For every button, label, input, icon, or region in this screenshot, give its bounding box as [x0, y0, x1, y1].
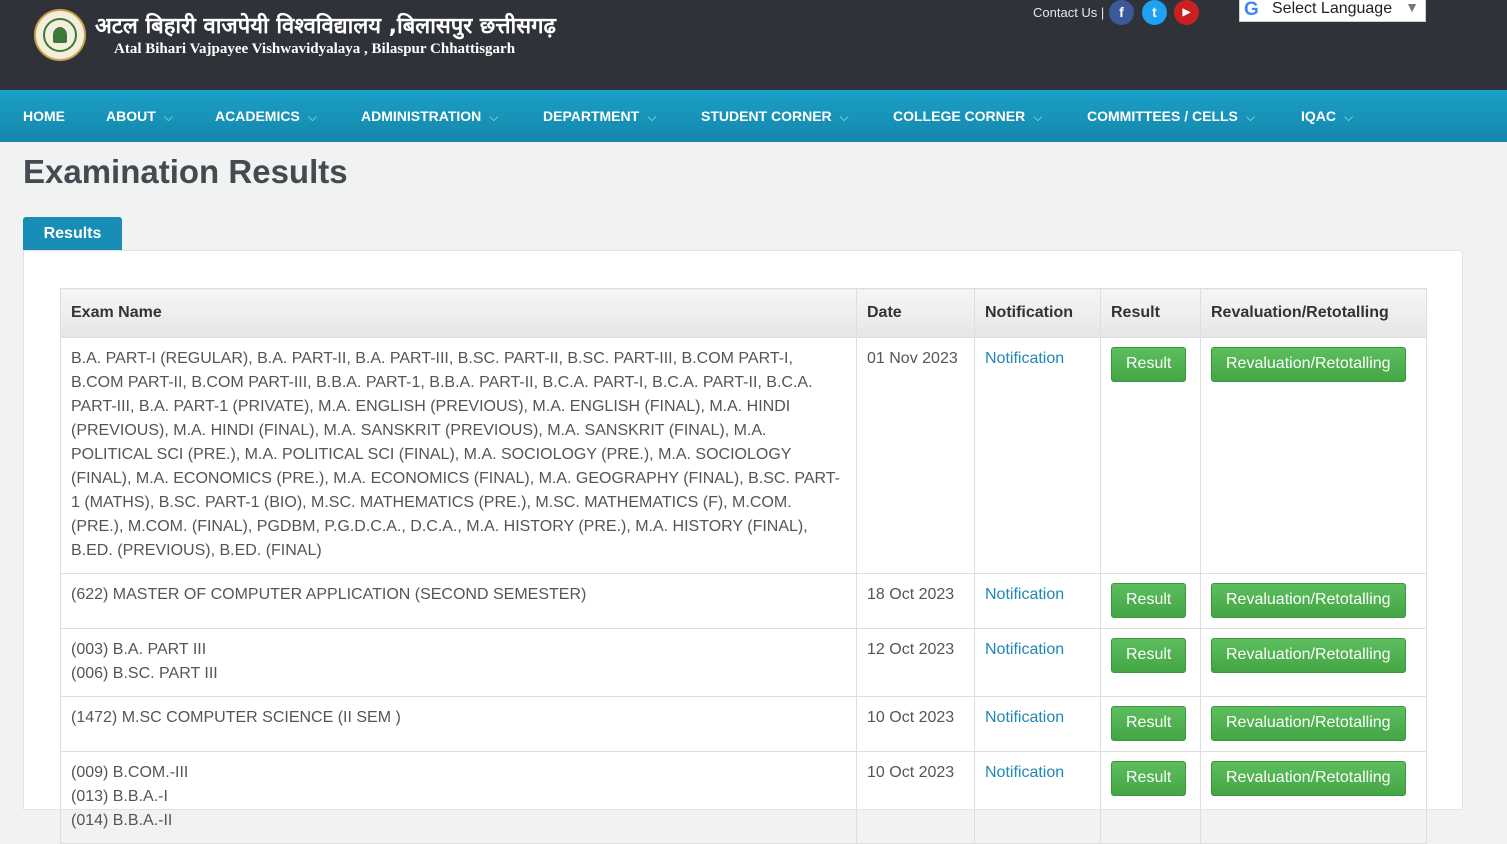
notification-link[interactable]: Notification — [985, 586, 1064, 603]
table-row: B.A. PART-I (REGULAR), B.A. PART-II, B.A… — [60, 337, 1427, 574]
contact-us-link[interactable]: Contact Us | — [1033, 5, 1104, 20]
result-cell: Result — [1100, 573, 1201, 629]
site-header: अटल बिहारी वाजपेयी विश्वविद्यालय ,बिलासप… — [0, 0, 1507, 90]
results-table: Exam Name Date Notification Result Reval… — [60, 288, 1427, 844]
nav-label: COLLEGE CORNER — [893, 108, 1026, 124]
nav-item-administration[interactable]: ADMINISTRATION ⌵ — [361, 90, 498, 142]
exam-name-line: (013) B.B.A.-I — [71, 788, 168, 805]
exam-name-line: (003) B.A. PART III — [71, 641, 207, 658]
university-logo[interactable] — [34, 9, 86, 61]
date-cell: 10 Oct 2023 — [856, 751, 975, 844]
chevron-down-icon: ⌵ — [1344, 110, 1354, 124]
nav-item-about[interactable]: ABOUT ⌵ — [106, 90, 173, 142]
revaluation-button[interactable]: Revaluation/Retotalling — [1211, 583, 1406, 618]
result-cell: Result — [1100, 751, 1201, 844]
nav-item-home[interactable]: HOME — [23, 90, 65, 142]
column-header-exam-name: Exam Name — [60, 288, 857, 338]
site-title-hindi: अटल बिहारी वाजपेयी विश्वविद्यालय ,बिलासप… — [95, 14, 556, 39]
result-cell: Result — [1100, 696, 1201, 752]
chevron-down-icon: ⌵ — [163, 110, 173, 124]
exam-name-cell: B.A. PART-I (REGULAR), B.A. PART-II, B.A… — [60, 337, 857, 574]
result-button[interactable]: Result — [1111, 638, 1187, 673]
notification-link[interactable]: Notification — [985, 709, 1064, 726]
main-nav: HOME ABOUT ⌵ ACADEMICS ⌵ ADMINISTRATION ⌵ D… — [0, 90, 1507, 142]
result-button[interactable]: Result — [1111, 706, 1187, 741]
nav-label: ADMINISTRATION — [361, 108, 482, 124]
revaluation-button[interactable]: Revaluation/Retotalling — [1211, 761, 1406, 796]
exam-name-cell: (1472) M.SC COMPUTER SCIENCE (II SEM ) — [60, 696, 857, 752]
chevron-down-icon: ⌵ — [489, 110, 499, 124]
revaluation-cell: Revaluation/Retotalling — [1200, 573, 1427, 629]
result-button[interactable]: Result — [1111, 347, 1187, 382]
revaluation-cell: Revaluation/Retotalling — [1200, 696, 1427, 752]
revaluation-button[interactable]: Revaluation/Retotalling — [1211, 706, 1406, 741]
table-header-row: Exam Name Date Notification Result Reval… — [60, 288, 1427, 338]
date-cell: 01 Nov 2023 — [856, 337, 975, 574]
column-header-revaluation: Revaluation/Retotalling — [1200, 288, 1427, 338]
nav-item-iqac[interactable]: IQAC ⌵ — [1301, 90, 1353, 142]
nav-label: COMMITTEES / CELLS — [1087, 108, 1238, 124]
notification-link[interactable]: Notification — [985, 350, 1064, 367]
page-title: Examination Results — [23, 153, 348, 190]
notification-cell: Notification — [974, 751, 1101, 844]
table-row: (003) B.A. PART III (006) B.SC. PART III… — [60, 628, 1427, 697]
revaluation-cell: Revaluation/Retotalling — [1200, 751, 1427, 844]
dropdown-arrow-icon: ▼ — [1405, 0, 1419, 15]
chevron-down-icon: ⌵ — [1245, 110, 1255, 124]
chevron-down-icon: ⌵ — [647, 110, 657, 124]
nav-item-committees-cells[interactable]: COMMITTEES / CELLS ⌵ — [1087, 90, 1255, 142]
result-cell: Result — [1100, 337, 1201, 574]
chevron-down-icon: ⌵ — [307, 110, 317, 124]
result-button[interactable]: Result — [1111, 761, 1187, 796]
twitter-icon[interactable]: t — [1142, 0, 1167, 25]
revaluation-button[interactable]: Revaluation/Retotalling — [1211, 638, 1406, 673]
column-header-notification: Notification — [974, 288, 1101, 338]
exam-name-cell: (003) B.A. PART III (006) B.SC. PART III — [60, 628, 857, 697]
notification-cell: Notification — [974, 628, 1101, 697]
notification-link[interactable]: Notification — [985, 764, 1064, 781]
date-cell: 12 Oct 2023 — [856, 628, 975, 697]
nav-item-college-corner[interactable]: COLLEGE CORNER ⌵ — [893, 90, 1042, 142]
site-title-english: Atal Bihari Vajpayee Vishwavidyalaya , B… — [114, 41, 516, 57]
language-select-label: Select Language — [1272, 0, 1393, 17]
table-row: (622) MASTER OF COMPUTER APPLICATION (SE… — [60, 573, 1427, 629]
nav-item-student-corner[interactable]: STUDENT CORNER ⌵ — [701, 90, 849, 142]
nav-item-department[interactable]: DEPARTMENT ⌵ — [543, 90, 656, 142]
revaluation-cell: Revaluation/Retotalling — [1200, 628, 1427, 697]
table-row: (1472) M.SC COMPUTER SCIENCE (II SEM ) 1… — [60, 696, 1427, 752]
notification-cell: Notification — [974, 573, 1101, 629]
column-header-result: Result — [1100, 288, 1201, 338]
table-row: (009) B.COM.-III (013) B.B.A.-I (014) B.… — [60, 751, 1427, 844]
facebook-icon[interactable]: f — [1109, 0, 1134, 25]
nav-label: ACADEMICS — [215, 108, 300, 124]
nav-label: STUDENT CORNER — [701, 108, 832, 124]
notification-cell: Notification — [974, 337, 1101, 574]
result-button[interactable]: Result — [1111, 583, 1187, 618]
date-cell: 10 Oct 2023 — [856, 696, 975, 752]
exam-name-cell: (622) MASTER OF COMPUTER APPLICATION (SE… — [60, 573, 857, 629]
date-cell: 18 Oct 2023 — [856, 573, 975, 629]
exam-name-line: (009) B.COM.-III — [71, 764, 189, 781]
exam-name-line: (006) B.SC. PART III — [71, 665, 218, 682]
google-icon: G — [1244, 0, 1259, 20]
nav-item-academics[interactable]: ACADEMICS ⌵ — [215, 90, 317, 142]
column-header-date: Date — [856, 288, 975, 338]
nav-label: HOME — [23, 108, 65, 124]
revaluation-button[interactable]: Revaluation/Retotalling — [1211, 347, 1406, 382]
exam-name-line: (014) B.B.A.-II — [71, 812, 173, 829]
revaluation-cell: Revaluation/Retotalling — [1200, 337, 1427, 574]
nav-label: DEPARTMENT — [543, 108, 640, 124]
exam-name-cell: (009) B.COM.-III (013) B.B.A.-I (014) B.… — [60, 751, 857, 844]
chevron-down-icon: ⌵ — [1033, 110, 1043, 124]
notification-link[interactable]: Notification — [985, 641, 1064, 658]
tab-results[interactable]: Results — [23, 217, 122, 250]
nav-label: ABOUT — [106, 108, 156, 124]
language-select[interactable]: G Select Language ▼ — [1239, 0, 1426, 22]
youtube-icon[interactable]: ▶ — [1174, 0, 1199, 25]
chevron-down-icon: ⌵ — [839, 110, 849, 124]
nav-label: IQAC — [1301, 108, 1336, 124]
result-cell: Result — [1100, 628, 1201, 697]
notification-cell: Notification — [974, 696, 1101, 752]
